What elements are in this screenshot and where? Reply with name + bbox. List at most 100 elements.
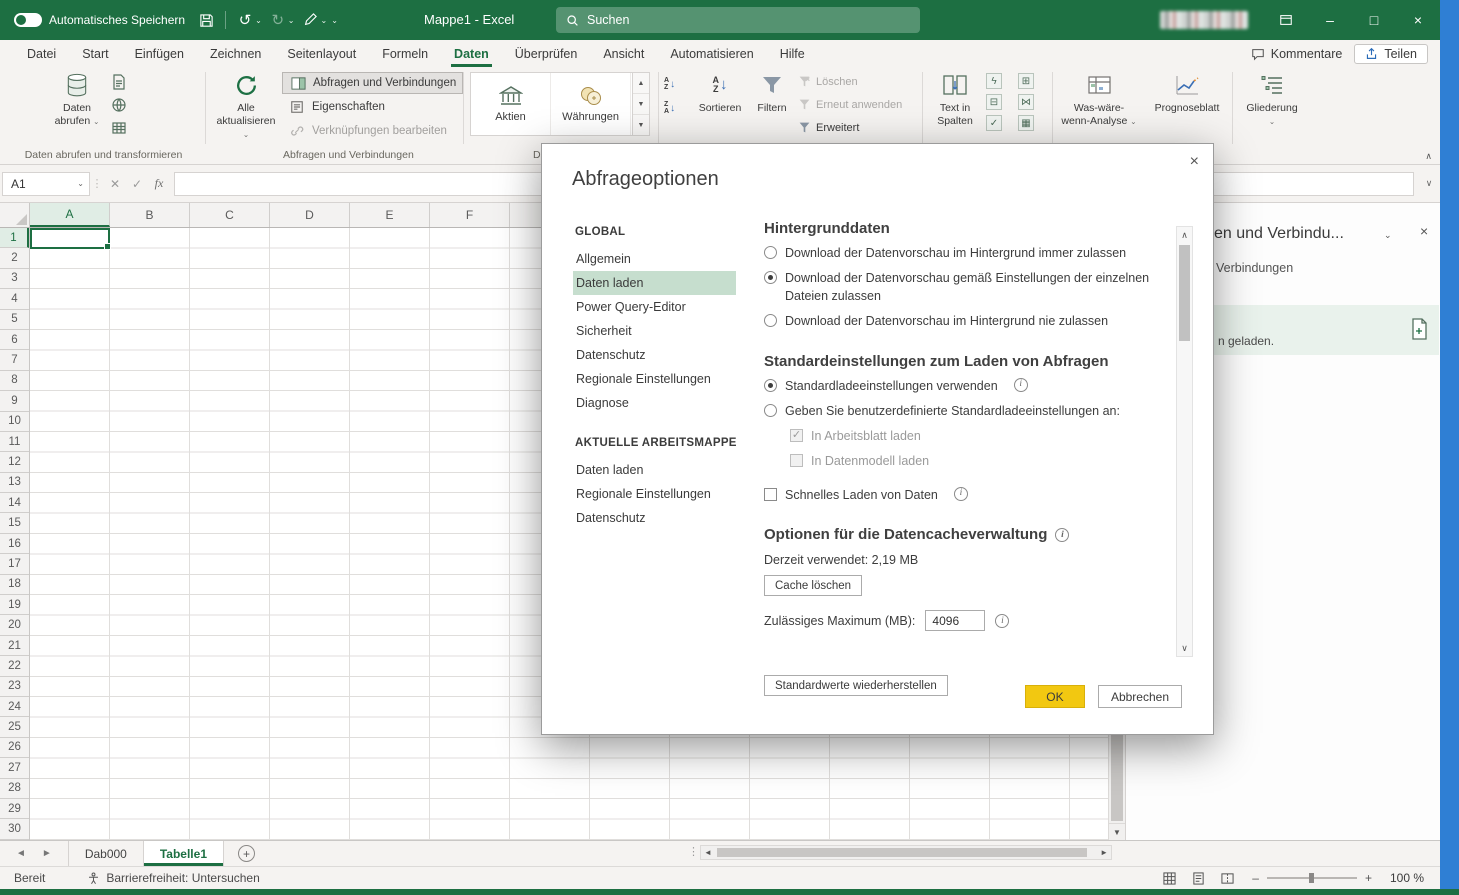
column-header-b[interactable]: B	[110, 203, 190, 227]
ribbon-tab-datei[interactable]: Datei	[14, 40, 69, 67]
zoom-in-icon[interactable]: +	[1365, 871, 1372, 885]
row-header-11[interactable]: 11	[0, 432, 29, 452]
customize-quick-access-icon[interactable]: ⌄	[331, 16, 338, 25]
page-layout-view-icon[interactable]	[1192, 872, 1205, 885]
row-header-16[interactable]: 16	[0, 534, 29, 554]
cancel-entry-icon[interactable]: ✕	[104, 177, 126, 191]
comments-button[interactable]: Kommentare	[1251, 47, 1343, 61]
sort-descending-icon[interactable]: ZA↓	[664, 101, 675, 115]
row-header-23[interactable]: 23	[0, 677, 29, 697]
get-data-button[interactable]: Daten abrufen ⌄	[46, 71, 108, 128]
zoom-out-icon[interactable]: –	[1252, 871, 1259, 885]
row-header-7[interactable]: 7	[0, 350, 29, 370]
radio-row-geben-sie-benutzerdefinierte-standardladeeinstellungen-an[interactable]: Geben Sie benutzerdefinierte Standardlad…	[764, 402, 1178, 420]
minimize-button[interactable]: –	[1308, 0, 1352, 40]
row-header-28[interactable]: 28	[0, 779, 29, 799]
close-dialog-icon[interactable]: ×	[1190, 153, 1199, 171]
ribbon-tab-hilfe[interactable]: Hilfe	[767, 40, 818, 67]
properties-button[interactable]: Eigenschaften	[282, 96, 391, 118]
new-sheet-icon[interactable]: +	[238, 845, 255, 862]
queries-connections-button[interactable]: Abfragen und Verbindungen	[282, 72, 463, 94]
currencies-data-type[interactable]: Währungen	[551, 73, 631, 135]
radio-row-download-der-datenvorschau-im-hintergrund-immer-zulassen[interactable]: Download der Datenvorschau im Hintergrun…	[764, 244, 1178, 262]
row-header-6[interactable]: 6	[0, 330, 29, 350]
max-cache-input[interactable]	[925, 610, 985, 631]
checkbox-row-schnelles-laden-von-daten[interactable]: Schnelles Laden von Dateni	[764, 486, 1178, 504]
info-icon[interactable]: i	[1014, 378, 1028, 392]
radio-download-der-datenvorschau-im-hintergrund-nie-zulassen[interactable]	[764, 314, 777, 327]
row-header-22[interactable]: 22	[0, 656, 29, 676]
from-web-icon[interactable]	[110, 96, 128, 114]
forecast-sheet-button[interactable]: Prognoseblatt	[1150, 71, 1224, 115]
insert-function-icon[interactable]: fx	[148, 176, 170, 191]
sheet-tab-tabelle1[interactable]: Tabelle1	[144, 841, 224, 866]
autosave-toggle[interactable]: Automatisches Speichern	[0, 13, 195, 27]
gallery-up-icon[interactable]: ▲	[633, 73, 649, 94]
select-all-corner[interactable]	[0, 203, 30, 228]
info-icon[interactable]: i	[995, 614, 1009, 628]
sort-button[interactable]: AZ↓ Sortieren	[694, 71, 746, 115]
row-header-3[interactable]: 3	[0, 269, 29, 289]
pane-tab-connections[interactable]: Verbindungen	[1216, 261, 1293, 275]
text-to-columns-button[interactable]: Text in Spalten	[928, 71, 982, 128]
zoom-level[interactable]: 100 %	[1390, 871, 1424, 885]
undo-icon[interactable]: ↺	[234, 8, 256, 32]
normal-view-icon[interactable]	[1163, 872, 1176, 885]
row-header-19[interactable]: 19	[0, 595, 29, 615]
row-header-1[interactable]: 1	[0, 228, 29, 248]
row-header-30[interactable]: 30	[0, 819, 29, 839]
horizontal-splitter[interactable]: ⋮	[688, 845, 699, 858]
scroll-right-icon[interactable]: ►	[1100, 848, 1108, 857]
from-table-range-icon[interactable]	[110, 119, 128, 137]
ribbon-display-options-icon[interactable]	[1264, 0, 1308, 40]
name-box-splitter[interactable]: ⋮	[90, 177, 104, 190]
data-validation-icon[interactable]: ✓	[986, 115, 1002, 131]
column-header-a[interactable]: A	[30, 203, 110, 227]
chevron-down-icon[interactable]: ⌄	[77, 179, 89, 188]
column-header-d[interactable]: D	[270, 203, 350, 227]
page-break-view-icon[interactable]	[1221, 872, 1234, 885]
dialog-scrollbar[interactable]: ∧ ∨	[1176, 226, 1193, 657]
row-header-10[interactable]: 10	[0, 412, 29, 432]
remove-duplicates-icon[interactable]: ⊟	[986, 94, 1002, 110]
row-header-21[interactable]: 21	[0, 636, 29, 656]
consolidate-icon[interactable]: ⊞	[1018, 73, 1034, 89]
autosave-toggle-pill[interactable]	[14, 13, 42, 27]
chevron-down-icon[interactable]: ⌄	[255, 16, 262, 25]
row-header-25[interactable]: 25	[0, 717, 29, 737]
maximize-button[interactable]: □	[1352, 0, 1396, 40]
ribbon-tab-seitenlayout[interactable]: Seitenlayout	[274, 40, 369, 67]
scroll-down-icon[interactable]: ∨	[1177, 640, 1192, 656]
restore-defaults-button[interactable]: Standardwerte wiederherstellen	[764, 675, 948, 696]
save-icon[interactable]	[195, 8, 217, 32]
row-header-14[interactable]: 14	[0, 493, 29, 513]
clear-cache-button[interactable]: Cache löschen	[764, 575, 862, 596]
row-header-5[interactable]: 5	[0, 310, 29, 330]
row-header-18[interactable]: 18	[0, 575, 29, 595]
sort-ascending-icon[interactable]: AZ↓	[664, 77, 675, 91]
outline-button[interactable]: Gliederung ⌄	[1243, 71, 1301, 128]
sheet-tab-dab000[interactable]: Dab000	[68, 841, 144, 866]
row-header-27[interactable]: 27	[0, 758, 29, 778]
stocks-data-type[interactable]: Aktien	[471, 73, 551, 135]
dialog-nav-workbook-daten-laden[interactable]: Daten laden	[573, 458, 736, 482]
dialog-nav-global-power-query-editor[interactable]: Power Query-Editor	[573, 295, 736, 319]
refresh-all-button[interactable]: Alle aktualisieren ⌄	[214, 71, 278, 141]
redo-icon[interactable]: ↻	[267, 8, 289, 32]
ribbon-tab-ansicht[interactable]: Ansicht	[590, 40, 657, 67]
zoom-slider[interactable]: – +	[1252, 871, 1372, 885]
ribbon-tab-formeln[interactable]: Formeln	[369, 40, 441, 67]
column-header-c[interactable]: C	[190, 203, 270, 227]
row-header-24[interactable]: 24	[0, 697, 29, 717]
accessibility-status[interactable]: Barrierefreiheit: Untersuchen	[87, 871, 259, 885]
info-icon[interactable]: i	[954, 487, 968, 501]
user-account[interactable]	[1160, 11, 1248, 29]
chevron-down-icon[interactable]: ⌄	[288, 16, 295, 25]
row-header-13[interactable]: 13	[0, 473, 29, 493]
scroll-left-icon[interactable]: ◄	[704, 848, 712, 857]
row-header-9[interactable]: 9	[0, 391, 29, 411]
selected-cell-a1[interactable]	[30, 228, 110, 249]
radio-download-der-datenvorschau-im-hintergrund-immer-zulassen[interactable]	[764, 246, 777, 259]
radio-standardladeeinstellungen-verwenden[interactable]	[764, 379, 777, 392]
search-box[interactable]: Suchen	[556, 7, 920, 33]
